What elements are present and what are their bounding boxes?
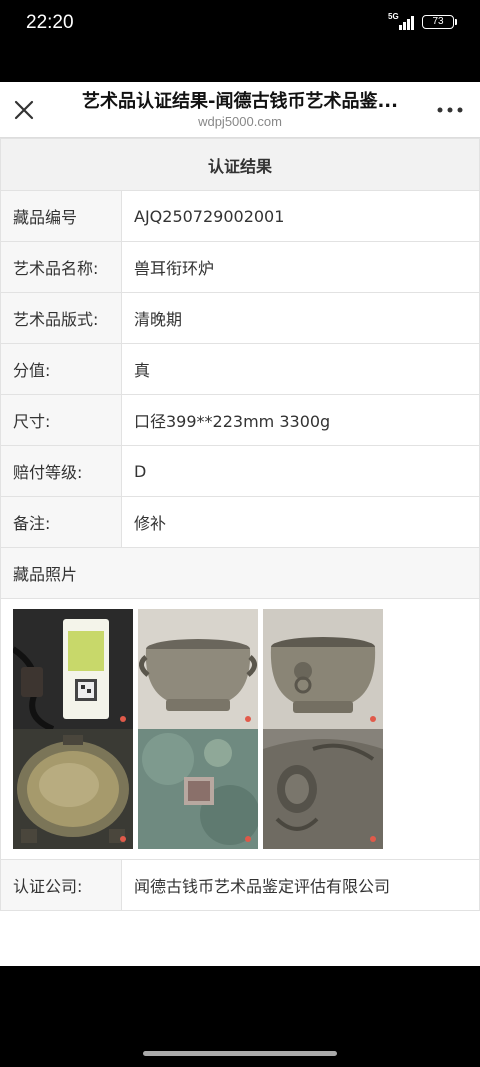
photo-censer-base-mark[interactable]	[138, 729, 258, 849]
remarks-value: 修补	[121, 496, 480, 548]
battery-level: 73	[432, 16, 444, 27]
row-label: 艺术品版式:	[0, 292, 122, 344]
row-label: 认证公司:	[0, 859, 122, 911]
artwork-name: 兽耳衔环炉	[121, 241, 480, 293]
table-row: 备注: 修补	[0, 496, 480, 548]
photo-grid	[13, 609, 385, 849]
status-bar: 22:20 5G 73	[0, 0, 480, 82]
dimensions-value: 口径399**223mm 3300g	[121, 394, 480, 446]
compensation-grade: D	[121, 445, 480, 497]
table-row: 艺术品版式: 清晚期	[0, 292, 480, 344]
photo-certificate-tag[interactable]	[13, 609, 133, 729]
artwork-period: 清晚期	[121, 292, 480, 344]
photo-censer-handle-detail[interactable]	[263, 729, 383, 849]
table-row: 艺术品名称: 兽耳衔环炉	[0, 241, 480, 293]
photo-censer-top[interactable]	[13, 729, 133, 849]
photos-label: 藏品照片	[0, 547, 480, 599]
signal-icon: 5G	[388, 12, 414, 30]
home-indicator[interactable]	[143, 1051, 337, 1056]
battery-icon: 73	[422, 15, 457, 29]
table-row: 认证公司: 闻德古钱币艺术品鉴定评估有限公司	[0, 859, 480, 911]
table-header: 认证结果	[0, 138, 480, 191]
company-name: 闻德古钱币艺术品鉴定评估有限公司	[121, 859, 480, 911]
score-value: 真	[121, 343, 480, 395]
certification-table: 认证结果 藏品编号 AJQ250729002001 艺术品名称: 兽耳衔环炉 艺…	[0, 138, 480, 911]
row-label: 赔付等级:	[0, 445, 122, 497]
table-row: 分值: 真	[0, 343, 480, 395]
browser-nav-bar: 艺术品认证结果-闻德古钱币艺术品鉴... wdpj5000.com	[0, 82, 480, 138]
row-label: 备注:	[0, 496, 122, 548]
photos-cell	[0, 598, 480, 860]
collection-number: AJQ250729002001	[121, 190, 480, 242]
more-icon[interactable]	[436, 102, 464, 118]
table-row: 尺寸: 口径399**223mm 3300g	[0, 394, 480, 446]
row-label: 艺术品名称:	[0, 241, 122, 293]
certification-page: 认证结果 藏品编号 AJQ250729002001 艺术品名称: 兽耳衔环炉 艺…	[0, 138, 480, 966]
photo-censer-front[interactable]	[138, 609, 258, 729]
page-title: 艺术品认证结果-闻德古钱币艺术品鉴...	[82, 91, 398, 112]
photo-censer-side[interactable]	[263, 609, 383, 729]
status-time: 22:20	[26, 12, 74, 33]
page-url: wdpj5000.com	[198, 114, 282, 129]
row-label: 分值:	[0, 343, 122, 395]
row-label: 尺寸:	[0, 394, 122, 446]
table-row: 藏品编号 AJQ250729002001	[0, 190, 480, 242]
close-icon[interactable]	[8, 94, 40, 126]
network-type: 5G	[388, 12, 399, 21]
row-label: 藏品编号	[0, 190, 122, 242]
table-row: 赔付等级: D	[0, 445, 480, 497]
